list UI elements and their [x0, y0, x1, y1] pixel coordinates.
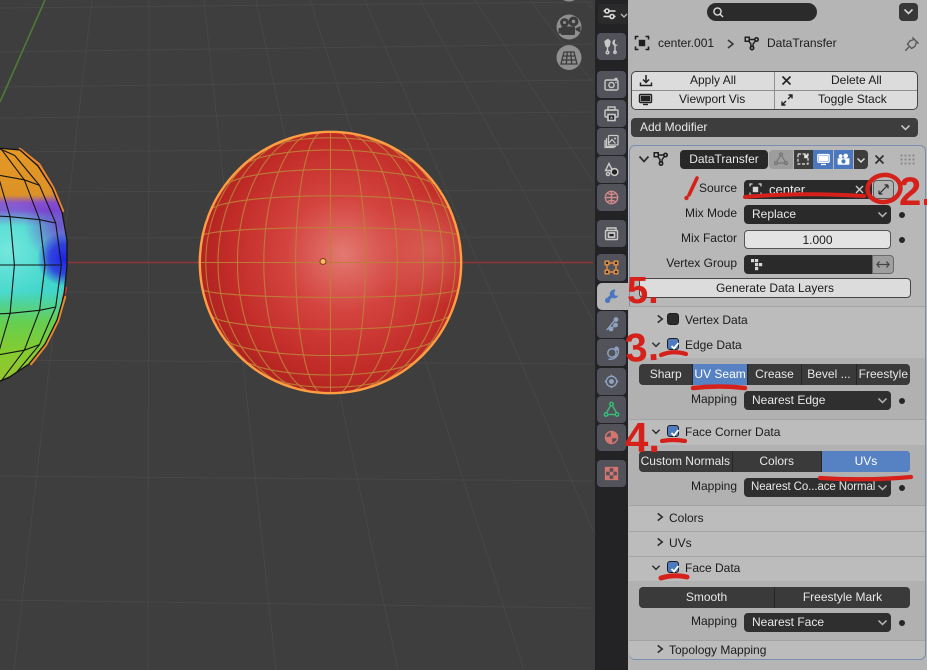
- svg-text:2.: 2.: [899, 170, 927, 214]
- svg-text:3.: 3.: [624, 325, 660, 371]
- svg-text:4.: 4.: [625, 414, 660, 461]
- svg-text:5.: 5.: [627, 270, 659, 312]
